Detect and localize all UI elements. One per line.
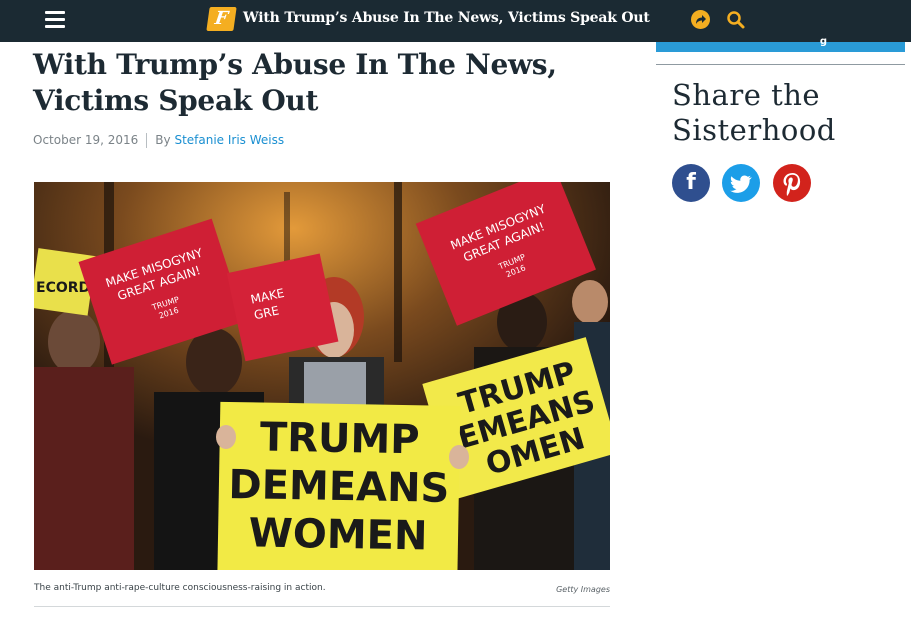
menu-icon[interactable]: [45, 11, 65, 29]
facebook-share-button[interactable]: f: [672, 164, 710, 202]
article-hero-image: ECORD MAKE MISOGYNY GREAT AGAIN! TRUMP 2…: [34, 182, 610, 570]
logo-letter: F: [213, 8, 230, 29]
by-label: By: [155, 133, 171, 147]
pinterest-icon: [773, 164, 811, 202]
svg-text:ECORD: ECORD: [36, 280, 90, 296]
image-caption: The anti-Trump anti-rape-culture conscio…: [34, 583, 326, 593]
share-heading-line-2: Sisterhood: [672, 113, 836, 147]
search-icon[interactable]: [726, 10, 746, 30]
article-meta: October 19, 2016 By Stefanie Iris Weiss: [33, 133, 284, 148]
sign-text: DEMEANS: [228, 462, 450, 512]
publish-date: October 19, 2016: [33, 133, 139, 147]
headline-line-1: With Trump’s Abuse In The News,: [33, 48, 557, 81]
author-link[interactable]: Stefanie Iris Weiss: [174, 133, 284, 147]
share-heading-line-1: Share the: [672, 78, 821, 112]
image-credit: Getty Images: [556, 585, 610, 594]
sign-text: TRUMP: [260, 415, 420, 464]
sidebar-subscribe-bar[interactable]: g: [656, 36, 905, 52]
top-navigation-bar: F With Trump’s Abuse In The News, Victim…: [0, 0, 911, 42]
share-icon[interactable]: [691, 10, 710, 29]
share-heading: Share the Sisterhood: [672, 78, 892, 148]
meta-divider: [146, 133, 148, 148]
headline-line-2: Victims Speak Out: [33, 84, 319, 117]
bar-text-fragment: g: [819, 36, 827, 47]
twitter-icon: [722, 164, 760, 202]
site-logo[interactable]: F: [206, 7, 237, 31]
article-headline: With Trump’s Abuse In The News, Victims …: [33, 47, 633, 119]
pinterest-share-button[interactable]: [773, 164, 811, 202]
article-divider: [34, 606, 610, 607]
topbar-article-title: With Trump’s Abuse In The News, Victims …: [243, 10, 650, 26]
sidebar-divider: [656, 64, 905, 65]
twitter-share-button[interactable]: [722, 164, 760, 202]
facebook-icon: f: [686, 170, 696, 195]
sign-text: WOMEN: [248, 510, 428, 559]
